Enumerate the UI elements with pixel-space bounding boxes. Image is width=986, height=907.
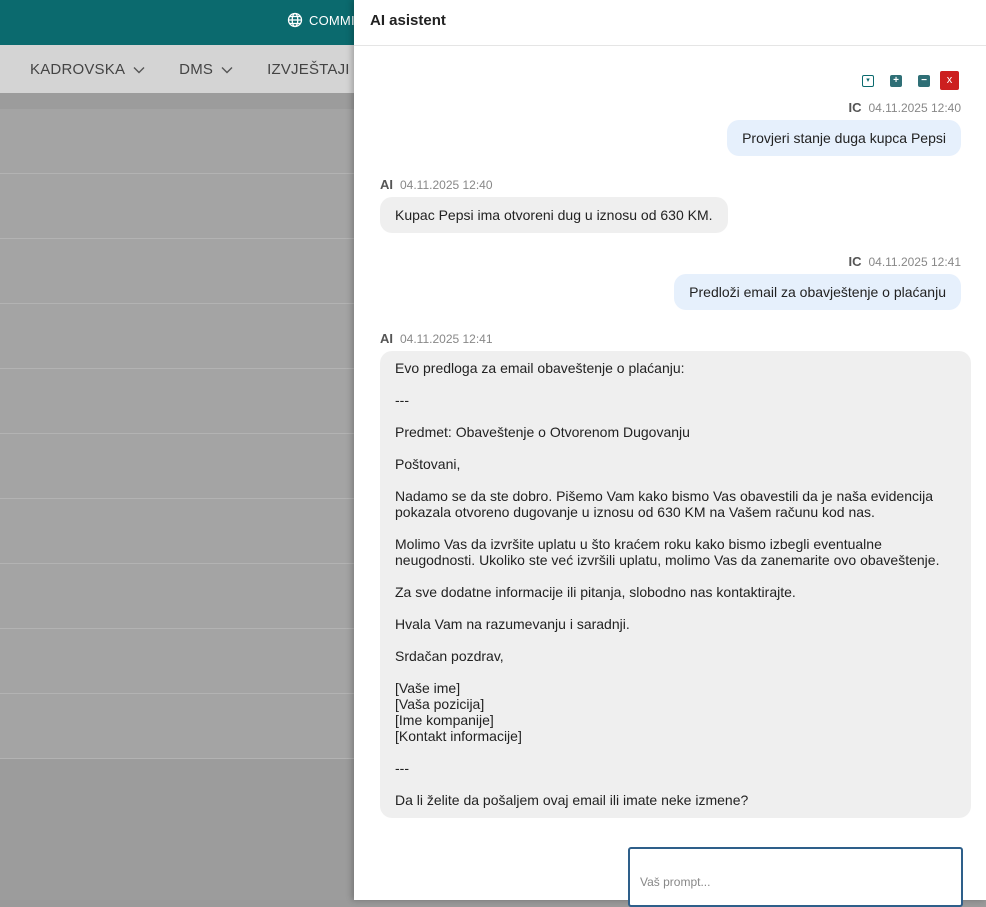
message-line: Za sve dodatne informacije ili pitanja, … [395, 584, 796, 600]
prompt-input[interactable] [638, 874, 942, 890]
message-line [395, 440, 956, 456]
message-line: --- [395, 392, 409, 408]
message-line [395, 744, 956, 760]
chevron-down-icon [221, 61, 233, 78]
collapse-icon[interactable]: ▾ [862, 74, 874, 87]
message-line [395, 776, 956, 792]
panel-header: AI asistent [354, 0, 986, 46]
message-line [395, 520, 956, 536]
message-line: [Ime kompanije] [395, 712, 494, 728]
message-line: Hvala Vam na razumevanju i saradnji. [395, 616, 630, 632]
message-line: Nadamo se da ste dobro. Pišemo Vam kako … [395, 488, 933, 504]
message-timestamp: 04.11.2025 12:40 [400, 178, 493, 192]
sender-name: AI [380, 331, 393, 346]
message-line [395, 568, 956, 584]
message-timestamp: 04.11.2025 12:41 [400, 332, 493, 346]
message-line: Predmet: Obaveštenje o Otvorenom Dugovan… [395, 424, 690, 440]
message-line [395, 664, 956, 680]
nav-item-label: IZVJEŠTAJI [267, 60, 350, 78]
sender-name: IC [848, 100, 862, 115]
message-line [395, 408, 956, 424]
list-item [0, 499, 354, 564]
message-line: Da li želite da pošaljem ovaj email ili … [395, 792, 749, 808]
content-area [0, 93, 354, 900]
list-item [0, 434, 354, 499]
list-item [0, 629, 354, 694]
list-item [0, 239, 354, 304]
message-meta: IC 04.11.2025 12:41 [848, 254, 961, 269]
message-line: Evo predloga za email obaveštenje o plać… [395, 360, 685, 376]
ai-email-draft-message: Evo predloga za email obaveštenje o plać… [380, 351, 971, 818]
message-meta: AI 04.11.2025 12:40 [380, 177, 493, 192]
prompt-field[interactable] [628, 847, 963, 907]
company-switcher[interactable]: COMMIT [287, 12, 363, 28]
message-line: [Vaše ime] [395, 680, 461, 696]
message-line [395, 600, 956, 616]
sender-name: AI [380, 177, 393, 192]
user-message: Provjeri stanje duga kupca Pepsi [727, 120, 961, 156]
list-item [0, 174, 354, 239]
sender-name: IC [848, 254, 862, 269]
message-meta: AI 04.11.2025 12:41 [380, 331, 493, 346]
nav-item-dms[interactable]: DMS [179, 61, 233, 78]
message-line [395, 472, 956, 488]
panel-title: AI asistent [370, 12, 446, 29]
message-line: neugodnosti. Ukoliko ste već izvršili up… [395, 552, 940, 568]
list-item [0, 109, 354, 174]
nav-item-label: DMS [179, 60, 214, 78]
list-item [0, 304, 354, 369]
message-line: Srdačan pozdrav, [395, 648, 504, 664]
list-item [0, 694, 354, 759]
message-timestamp: 04.11.2025 12:40 [868, 101, 961, 115]
plus-icon[interactable]: + [890, 74, 902, 87]
message-line: Molimo Vas da izvršite uplatu u što krać… [395, 536, 882, 552]
user-message: Predloži email za obavještenje o plaćanj… [674, 274, 961, 310]
close-button[interactable]: x [940, 71, 959, 90]
minus-icon[interactable]: − [918, 74, 930, 87]
message-line: pokazala otvoreno dugovanje u iznosu od … [395, 504, 875, 520]
message-line: [Vaša pozicija] [395, 696, 485, 712]
message-line: Poštovani, [395, 456, 461, 472]
panel-controls: ▾ + − x [862, 71, 959, 90]
message-line: --- [395, 760, 409, 776]
ai-assistant-panel: AI asistent ▾ + − x IC 04.11.2025 12:40 … [354, 0, 986, 907]
globe-icon [287, 12, 303, 28]
ai-message: Kupac Pepsi ima otvoreni dug u iznosu od… [380, 197, 728, 233]
message-line [395, 376, 956, 392]
message-timestamp: 04.11.2025 12:41 [868, 255, 961, 269]
message-meta: IC 04.11.2025 12:40 [848, 100, 961, 115]
list-item [0, 369, 354, 434]
nav-item-label: KADROVSKA [30, 60, 126, 78]
message-line [395, 632, 956, 648]
message-line: [Kontakt informacije] [395, 728, 522, 744]
nav-item-kadrovska[interactable]: KADROVSKA [30, 61, 145, 78]
chevron-down-icon [133, 61, 145, 78]
list-item [0, 564, 354, 629]
